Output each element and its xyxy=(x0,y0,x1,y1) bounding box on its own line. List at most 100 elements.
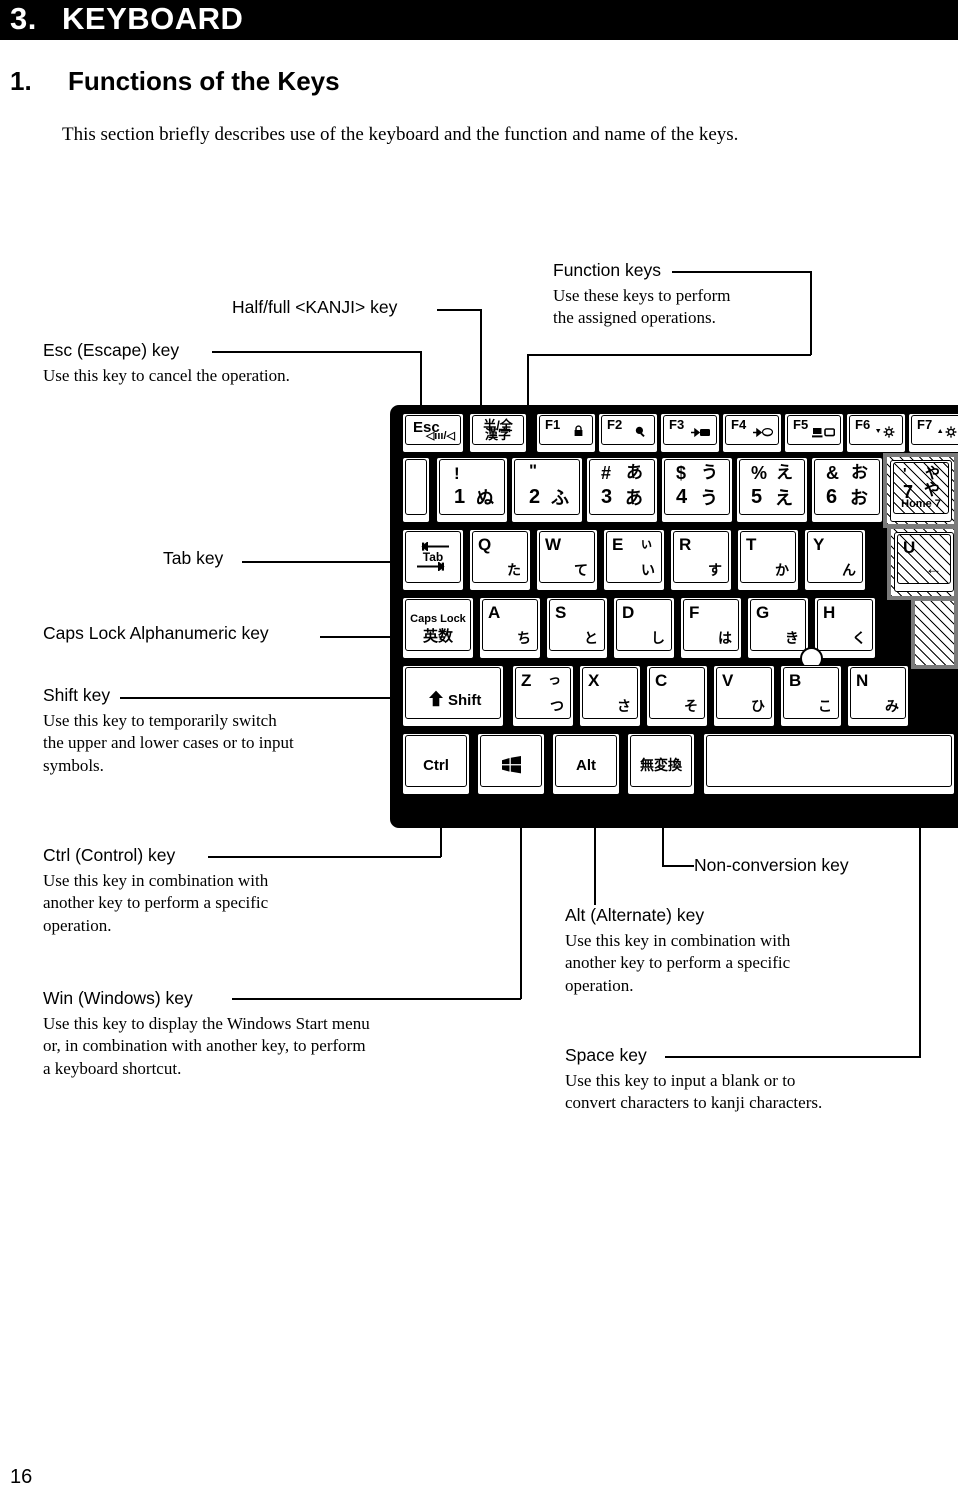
annotation-body: Use these keys to perform the assigned o… xyxy=(553,285,731,328)
key-f1[interactable]: F1 xyxy=(536,413,596,453)
leader-non-conversion xyxy=(662,865,694,867)
key-t[interactable]: T か xyxy=(737,529,799,591)
leader-function-keys xyxy=(810,271,812,355)
keypad-overlay-region xyxy=(911,597,958,669)
annotation-tab: Tab key xyxy=(163,548,223,570)
annotation-body: Use this key in combination with another… xyxy=(43,870,269,935)
brightness-up-icon xyxy=(937,426,958,440)
key-x[interactable]: X さ xyxy=(579,665,641,727)
annotation-esc: Esc (Escape) key Use this key to cancel … xyxy=(43,340,290,387)
annotation-heading: Alt (Alternate) key xyxy=(565,905,705,925)
key-w[interactable]: W て xyxy=(536,529,598,591)
section-title: Functions of the Keys xyxy=(68,66,340,96)
key-y[interactable]: Y ん xyxy=(804,529,866,591)
arrow-to-chip-icon xyxy=(691,427,711,440)
keyboard-diagram: Esc ◁ııı/◁ 半/全 漢字 F1 F2 F3 F4 F5 F6 F7 !… xyxy=(390,405,958,828)
tab-arrows-icon xyxy=(406,558,460,576)
key-f2[interactable]: F2 xyxy=(598,413,658,453)
annotation-heading: Tab key xyxy=(163,548,224,568)
key-7-keypad[interactable]: ' や 7 や Home 7 xyxy=(890,460,952,522)
key-6[interactable]: & お 6 お xyxy=(811,457,883,523)
page-number: 16 xyxy=(10,1466,33,1488)
key-b[interactable]: B こ xyxy=(780,665,842,727)
annotation-win: Win (Windows) key Use this key to displa… xyxy=(43,988,370,1080)
leader-function-keys xyxy=(527,354,811,356)
annotation-body: Use this key to display the Windows Star… xyxy=(43,1013,370,1078)
leader-ctrl xyxy=(208,856,441,858)
leader-win xyxy=(232,998,521,1000)
key-3[interactable]: # あ 3 あ xyxy=(586,457,658,523)
key-f3[interactable]: F3 xyxy=(660,413,720,453)
leader-space xyxy=(919,800,921,1057)
annotation-non-conversion: Non-conversion key xyxy=(694,855,849,877)
leader-function-keys xyxy=(672,271,812,273)
key-2[interactable]: " 2 ふ xyxy=(511,457,583,523)
annotation-heading: Shift key xyxy=(43,685,111,705)
leader-half-full xyxy=(437,309,482,311)
annotation-ctrl: Ctrl (Control) key Use this key in combi… xyxy=(43,845,268,937)
key-f7[interactable]: F7 xyxy=(908,413,958,453)
key-e[interactable]: E ぃ い xyxy=(603,529,665,591)
key-z[interactable]: Z っ つ xyxy=(512,665,574,727)
annotation-body: Use this key in combination with another… xyxy=(565,930,791,995)
key-alt[interactable]: Alt xyxy=(552,733,620,795)
key-f4[interactable]: F4 xyxy=(722,413,782,453)
annotation-alt: Alt (Alternate) key Use this key in comb… xyxy=(565,905,790,997)
key-c[interactable]: C そ xyxy=(646,665,708,727)
key-1[interactable]: ! 1 ぬ xyxy=(436,457,508,523)
leader-win xyxy=(520,800,522,999)
leader-space xyxy=(665,1056,921,1058)
brightness-down-icon xyxy=(875,426,897,440)
key-hankaku-zenkaku[interactable]: 半/全 漢字 xyxy=(469,413,527,453)
annotation-body: Use this key to temporarily switch the u… xyxy=(43,710,294,775)
key-5[interactable]: % え 5 え xyxy=(736,457,808,523)
key-d[interactable]: D し xyxy=(613,597,675,659)
intro-paragraph: This section briefly describes use of th… xyxy=(62,124,739,145)
annotation-heading: Half/full <KANJI> key xyxy=(232,297,398,317)
key-s[interactable]: S と xyxy=(546,597,608,659)
key-f6[interactable]: F6 xyxy=(846,413,906,453)
arrow-to-disc-icon xyxy=(753,427,774,440)
leader-half-full xyxy=(480,309,482,414)
annotation-half-full-kanji: Half/full <KANJI> key xyxy=(232,297,397,319)
leader-shift xyxy=(120,697,414,699)
document-page: 3. KEYBOARD 1. Functions of the Keys Thi… xyxy=(0,0,958,1507)
display-switch-icon xyxy=(812,427,836,441)
key-a[interactable]: A ち xyxy=(479,597,541,659)
key-ctrl[interactable]: Ctrl xyxy=(402,733,470,795)
leader-function-keys xyxy=(527,354,529,412)
key-f5[interactable]: F5 xyxy=(784,413,844,453)
lock-icon xyxy=(572,425,585,440)
volume-icon: ◁ııı/◁ xyxy=(425,430,455,442)
key-n[interactable]: N み xyxy=(847,665,909,727)
leader-esc xyxy=(212,351,422,353)
section-number: 1. xyxy=(10,66,32,96)
windows-icon xyxy=(481,756,541,779)
annotation-heading: Non-conversion key xyxy=(694,855,849,875)
key-muhenkan[interactable]: 無変換 xyxy=(627,733,695,795)
annotation-body: Use this key to cancel the operation. xyxy=(43,365,290,385)
key-shift[interactable]: Shift xyxy=(402,665,504,727)
annotation-shift: Shift key Use this key to temporarily sw… xyxy=(43,685,294,777)
key-q[interactable]: Q た xyxy=(469,529,531,591)
annotation-caps-lock: Caps Lock Alphanumeric key xyxy=(43,623,269,645)
key-space[interactable] xyxy=(703,733,955,795)
magnifier-icon xyxy=(634,425,647,440)
chapter-header-bar: 3. KEYBOARD xyxy=(0,0,958,40)
leader-tab xyxy=(242,561,414,563)
key-4[interactable]: $ う 4 う xyxy=(661,457,733,523)
key-g[interactable]: G き xyxy=(747,597,809,659)
key-f[interactable]: F は xyxy=(680,597,742,659)
key-h[interactable]: H く xyxy=(814,597,876,659)
shift-arrow-icon xyxy=(428,690,444,712)
key-u-keypad[interactable]: U ← xyxy=(894,532,954,592)
key-halfwidth-left-filler[interactable] xyxy=(402,457,430,523)
key-v[interactable]: V ひ xyxy=(713,665,775,727)
key-tab[interactable]: Tab xyxy=(402,529,464,591)
key-esc[interactable]: Esc ◁ııı/◁ xyxy=(402,413,464,453)
key-windows[interactable] xyxy=(477,733,545,795)
key-r[interactable]: R す xyxy=(670,529,732,591)
annotation-body: Use this key to input a blank or to conv… xyxy=(565,1070,823,1113)
key-caps-lock[interactable]: Caps Lock 英数 xyxy=(402,597,474,659)
annotation-heading: Caps Lock Alphanumeric key xyxy=(43,623,269,643)
